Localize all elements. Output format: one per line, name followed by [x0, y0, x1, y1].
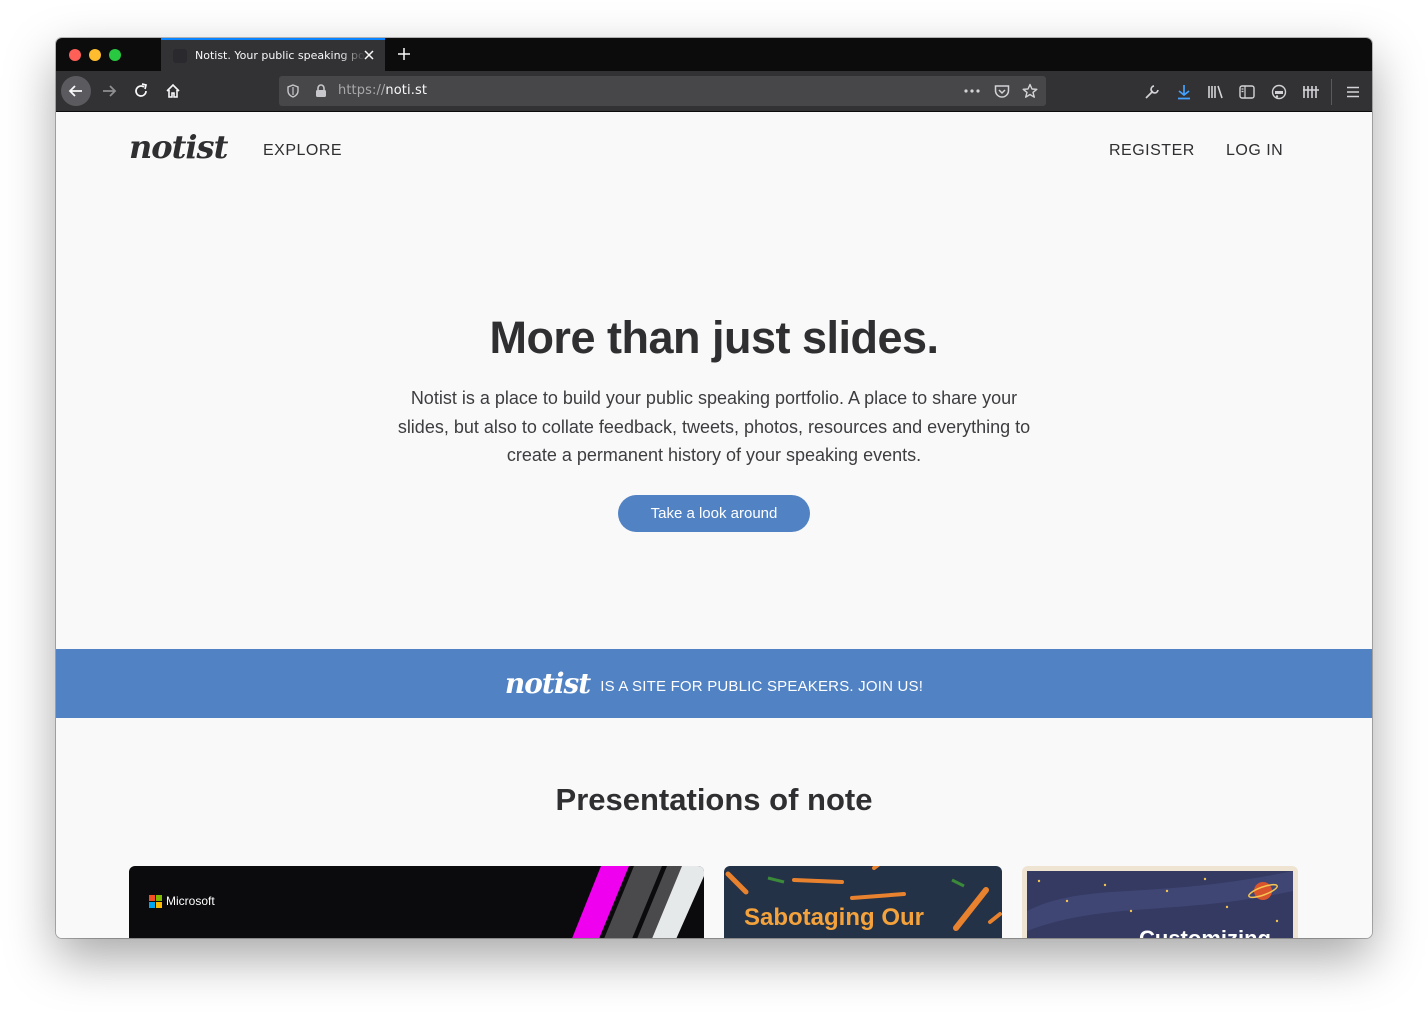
wrench-icon[interactable] — [1142, 82, 1162, 102]
page-content: notist EXPLORE REGISTER LOG IN More than… — [56, 112, 1372, 938]
window-minimize-button[interactable] — [89, 49, 101, 61]
card-stripes-graphic — [572, 866, 704, 938]
join-banner[interactable]: notist IS A SITE FOR PUBLIC SPEAKERS. JO… — [56, 649, 1372, 718]
url-scheme: https:// — [338, 83, 386, 98]
star-icon[interactable] — [1022, 83, 1038, 99]
presentation-card[interactable]: Customizing — [1022, 866, 1298, 938]
presentations-section-title: Presentations of note — [555, 782, 873, 817]
back-arrow-icon — [68, 85, 82, 97]
extension-icon[interactable] — [1269, 82, 1289, 102]
card-3-artwork: Customizing — [1027, 871, 1293, 938]
reload-icon — [135, 83, 148, 97]
nav-explore[interactable]: EXPLORE — [263, 142, 342, 160]
toolbar-separator — [1331, 79, 1332, 105]
home-icon — [166, 83, 180, 98]
hero-title: More than just slides. — [489, 312, 939, 363]
browser-window: Notist. Your public speaking portfolio. — [56, 38, 1372, 938]
hero-description: Notist is a place to build your public s… — [397, 388, 1031, 465]
sidebar-icon[interactable] — [1237, 82, 1257, 102]
tab-title: Notist. Your public speaking portfolio. — [195, 49, 365, 62]
pocket-icon[interactable] — [994, 83, 1010, 99]
window-maximize-button[interactable] — [109, 49, 121, 61]
nav-register[interactable]: REGISTER — [1109, 142, 1195, 160]
banner-text: IS A SITE FOR PUBLIC SPEAKERS. JOIN US! — [600, 678, 924, 695]
url-host: noti.st — [385, 83, 428, 98]
presentation-card[interactable]: Microsoft — [129, 866, 704, 938]
lock-icon[interactable] — [313, 83, 329, 99]
forward-button[interactable] — [94, 76, 124, 106]
navigation-toolbar: https://noti.st — [56, 71, 1372, 112]
favicon-icon — [173, 48, 187, 63]
site-logo[interactable]: notist — [129, 128, 228, 166]
url-bar[interactable]: https://noti.st — [279, 76, 1046, 106]
nav-login[interactable]: LOG IN — [1226, 142, 1283, 160]
close-icon[interactable] — [361, 47, 377, 63]
download-icon[interactable] — [1174, 82, 1194, 102]
shield-icon[interactable] — [285, 83, 301, 99]
tab-strip: Notist. Your public speaking portfolio. — [56, 38, 1372, 71]
reload-button[interactable] — [126, 76, 156, 106]
forward-arrow-icon — [103, 85, 117, 97]
card-label: Sabotaging Our — [744, 904, 924, 931]
new-tab-button[interactable] — [394, 44, 414, 64]
banner-logo: notist — [504, 667, 591, 700]
library-icon[interactable] — [1206, 82, 1226, 102]
presentation-card[interactable]: Sabotaging Our — [724, 866, 1002, 938]
window-close-button[interactable] — [69, 49, 81, 61]
home-button[interactable] — [158, 76, 188, 106]
plus-icon — [398, 48, 410, 60]
back-button[interactable] — [61, 76, 91, 106]
url-text[interactable]: https://noti.st — [338, 83, 427, 98]
bars-icon[interactable] — [1301, 82, 1321, 102]
hamburger-menu-icon[interactable] — [1343, 82, 1363, 102]
more-icon[interactable] — [964, 83, 980, 99]
card-label: Customizing — [1139, 926, 1271, 938]
tab-active[interactable]: Notist. Your public speaking portfolio. — [161, 38, 385, 71]
take-a-look-around-button[interactable]: Take a look around — [618, 495, 810, 532]
